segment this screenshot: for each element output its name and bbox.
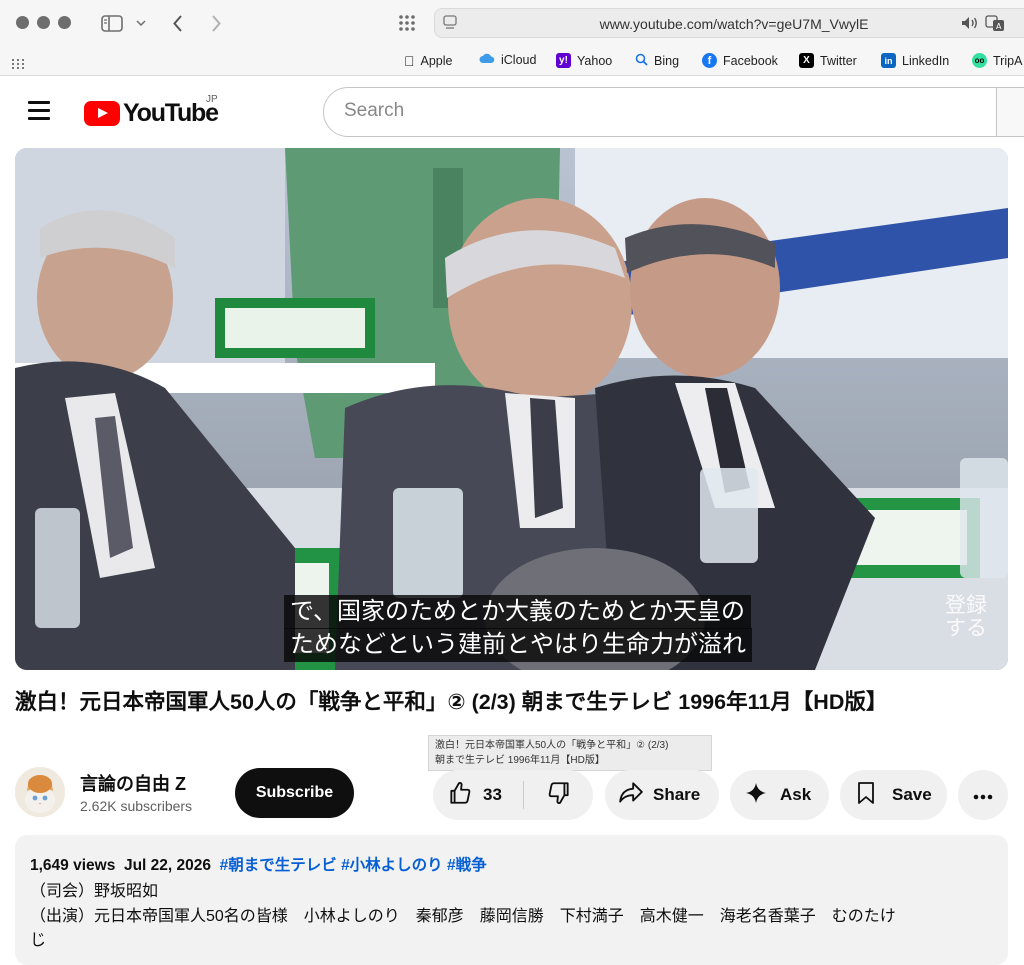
svg-text:A: A bbox=[996, 22, 1002, 31]
tripadvisor-icon: oo bbox=[972, 53, 987, 68]
subtitle-line-1: で、国家のためとか大義のためとか天皇の bbox=[284, 595, 752, 629]
subscribe-button[interactable]: Subscribe bbox=[235, 768, 354, 818]
window-close-button[interactable] bbox=[16, 16, 29, 29]
watermark-line-2: する bbox=[945, 617, 987, 640]
window-zoom-button[interactable] bbox=[58, 16, 71, 29]
description-line: （出演）元日本帝国軍人50名の皆様 小林よしのり 秦郁彦 藤岡信勝 下村満子 高… bbox=[30, 908, 896, 925]
video-frame bbox=[15, 148, 1008, 670]
bookmark-twitter[interactable]: X Twitter bbox=[799, 53, 857, 68]
bookmark-apple[interactable]:  Apple bbox=[404, 53, 452, 69]
audio-icon[interactable] bbox=[961, 16, 979, 35]
channel-name[interactable]: 言論の自由 Z bbox=[80, 770, 186, 796]
address-bar[interactable]: www.youtube.com/watch?v=geU7M_VwylE A bbox=[434, 8, 1024, 38]
video-title: 激白！元日本帝国軍人50人の「戦争と平和」② (2/3) 朝まで生テレビ 199… bbox=[15, 690, 888, 714]
url-text: www.youtube.com/watch?v=geU7M_VwylE bbox=[599, 16, 869, 32]
view-count: 1,649 views bbox=[30, 857, 116, 874]
sidebar-toggle-icon[interactable] bbox=[100, 12, 124, 34]
description-meta: 1,649 views Jul 22, 2026 #朝まで生テレビ #小林よしの… bbox=[30, 853, 487, 875]
channel-avatar[interactable] bbox=[15, 767, 65, 817]
hashtag-link[interactable]: #戦争 bbox=[447, 857, 487, 874]
description-line: じ bbox=[30, 932, 47, 949]
thumbs-up-icon bbox=[447, 780, 473, 811]
bookmark-label: LinkedIn bbox=[902, 53, 950, 68]
more-horizontal-icon bbox=[973, 785, 993, 805]
facebook-icon: f bbox=[702, 53, 717, 68]
like-button[interactable]: 33 bbox=[433, 770, 523, 820]
bookmark-label: Apple bbox=[410, 53, 453, 68]
x-logo-icon: X bbox=[799, 53, 814, 68]
forward-arrow-icon[interactable] bbox=[208, 12, 224, 34]
window-minimize-button[interactable] bbox=[37, 16, 50, 29]
hashtag-link[interactable]: #朝まで生テレビ bbox=[220, 857, 337, 874]
bookmark-icloud[interactable]: iCloud bbox=[479, 53, 536, 67]
search-button[interactable] bbox=[996, 87, 1024, 137]
save-button[interactable]: Save bbox=[840, 770, 947, 820]
youtube-logo[interactable]: YouTube bbox=[84, 99, 219, 128]
subscribe-watermark[interactable]: 登録 する bbox=[945, 594, 987, 640]
title-tooltip: 激白！元日本帝国軍人50人の「戦争と平和」② (2/3) 朝まで生テレビ 199… bbox=[428, 735, 712, 771]
like-dislike-group: 33 bbox=[433, 770, 593, 820]
bookmark-label: Bing bbox=[654, 54, 680, 68]
bookmark-label: iCloud bbox=[501, 53, 537, 67]
youtube-play-icon bbox=[84, 101, 120, 126]
description-line: （司会）野坂昭如 bbox=[30, 883, 159, 900]
hashtag-link[interactable]: #小林よしのり bbox=[341, 857, 443, 874]
bookmark-icon bbox=[856, 781, 876, 810]
bookmark-label: Yahoo bbox=[577, 53, 613, 68]
tab-overview-icon[interactable] bbox=[396, 12, 418, 34]
search-box bbox=[323, 87, 997, 137]
thumbs-down-icon bbox=[546, 780, 572, 811]
menu-icon[interactable] bbox=[28, 101, 50, 120]
search-icon bbox=[635, 53, 648, 69]
back-arrow-icon[interactable] bbox=[170, 12, 186, 34]
save-label: Save bbox=[892, 785, 932, 804]
share-arrow-icon bbox=[618, 781, 644, 810]
ask-button[interactable]: Ask bbox=[730, 770, 829, 820]
apps-grid-icon[interactable] bbox=[12, 56, 24, 74]
linkedin-icon: in bbox=[881, 53, 896, 68]
yahoo-icon: y! bbox=[556, 53, 571, 68]
search-input[interactable] bbox=[344, 100, 944, 122]
subscriber-count: 2.62K subscribers bbox=[80, 798, 193, 814]
description-box[interactable]: 1,649 views Jul 22, 2026 #朝まで生テレビ #小林よしの… bbox=[15, 835, 1008, 965]
bookmark-label: Twitter bbox=[820, 53, 857, 68]
chevron-down-icon[interactable] bbox=[134, 12, 148, 34]
logo-wordmark: YouTube bbox=[123, 99, 219, 127]
bookmark-label: Facebook bbox=[723, 53, 778, 68]
subtitle-line-2: ためなどという建前とやはり生命力が溢れ bbox=[284, 628, 752, 662]
bookmark-linkedin[interactable]: in LinkedIn bbox=[881, 53, 949, 68]
upload-date: Jul 22, 2026 bbox=[123, 857, 211, 874]
region-code: JP bbox=[206, 94, 218, 105]
more-actions-button[interactable] bbox=[958, 770, 1008, 820]
bookmark-label: TripA bbox=[993, 53, 1023, 68]
bookmark-bing[interactable]: Bing bbox=[635, 53, 679, 69]
translate-icon[interactable]: A bbox=[985, 15, 1005, 37]
browser-toolbar: www.youtube.com/watch?v=geU7M_VwylE A bbox=[0, 0, 1024, 46]
bookmark-yahoo[interactable]: y! Yahoo bbox=[556, 53, 612, 68]
tooltip-line-1: 激白！元日本帝国軍人50人の「戦争と平和」② (2/3) bbox=[435, 740, 669, 751]
bookmarks-bar:  Apple iCloud y! Yahoo Bing f Facebook … bbox=[0, 46, 1024, 76]
like-count: 33 bbox=[483, 785, 502, 804]
bookmark-tripadvisor[interactable]: oo TripA bbox=[972, 53, 1022, 68]
dislike-button[interactable] bbox=[524, 770, 593, 820]
icloud-icon bbox=[479, 53, 495, 67]
video-player[interactable]: で、国家のためとか大義のためとか天皇の ためなどという建前とやはり生命力が溢れ … bbox=[15, 148, 1008, 670]
ask-label: Ask bbox=[780, 785, 812, 804]
sparkle-icon bbox=[745, 782, 767, 809]
share-label: Share bbox=[653, 785, 701, 804]
share-button[interactable]: Share bbox=[605, 770, 719, 820]
tooltip-line-2: 朝まで生テレビ 1996年11月【HD版】 bbox=[435, 755, 605, 766]
bookmark-facebook[interactable]: f Facebook bbox=[702, 53, 778, 68]
youtube-header: YouTube JP bbox=[0, 77, 1024, 147]
apple-logo-icon:  bbox=[404, 53, 415, 69]
watermark-line-1: 登録 bbox=[945, 594, 987, 617]
